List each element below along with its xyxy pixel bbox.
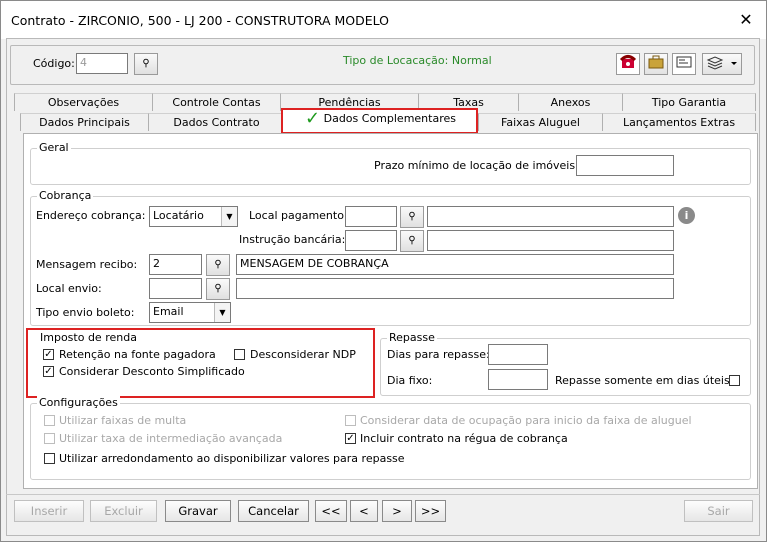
config-legend: Configurações	[37, 396, 120, 409]
search-local-pagamento-icon[interactable]: ⚲	[400, 206, 424, 228]
repasse-group: Repasse	[380, 331, 751, 396]
mensagem-code[interactable]: 2	[149, 254, 202, 275]
local-pagamento-code[interactable]	[345, 206, 397, 227]
tab-dados-contrato[interactable]: Dados Contrato	[148, 113, 284, 131]
repasse-legend: Repasse	[387, 331, 437, 344]
search-mensagem-icon[interactable]: ⚲	[206, 254, 230, 276]
chevron-down-icon: ▼	[214, 303, 230, 322]
window-title: Contrato - ZIRCONIO, 500 - LJ 200 - CONS…	[11, 13, 389, 28]
cancelar-button[interactable]: Cancelar	[238, 500, 309, 522]
arredondamento-checkbox[interactable]	[44, 453, 55, 464]
phone-icon[interactable]	[616, 53, 640, 75]
last-button[interactable]: >>	[415, 500, 446, 522]
prazo-label: Prazo mínimo de locação de imóveis:	[374, 159, 579, 172]
codigo-input[interactable]: 4	[76, 53, 128, 74]
briefcase-icon[interactable]	[644, 53, 668, 75]
mensagem-label: Mensagem recibo:	[36, 258, 138, 271]
tab-controle-contas[interactable]: Controle Contas	[152, 93, 280, 111]
local-pagamento-label: Local pagamento:	[249, 209, 348, 222]
tab-dados-principais[interactable]: Dados Principais	[20, 113, 148, 131]
taxa-label: Utilizar taxa de intermediação avançada	[59, 432, 283, 445]
inserir-button[interactable]: Inserir	[14, 500, 84, 522]
tipo-envio-select[interactable]: Email ▼	[149, 302, 231, 323]
data-ocupacao-label: Considerar data de ocupação para inicio …	[360, 414, 692, 427]
regua-label: Incluir contrato na régua de cobrança	[360, 432, 568, 445]
codigo-label: Código:	[33, 57, 75, 70]
mensagem-text[interactable]: MENSAGEM DE COBRANÇA	[236, 254, 674, 275]
excluir-button[interactable]: Excluir	[90, 500, 157, 522]
considerar-checkbox[interactable]: ✓	[43, 366, 54, 377]
prazo-input[interactable]	[576, 155, 674, 176]
first-button[interactable]: <<	[315, 500, 347, 522]
geral-legend: Geral	[37, 141, 71, 154]
sair-button[interactable]: Sair	[684, 500, 753, 522]
prev-button[interactable]: <	[350, 500, 378, 522]
desconsiderar-checkbox[interactable]	[234, 349, 245, 360]
tab-lancamentos-extras[interactable]: Lançamentos Extras	[602, 113, 756, 131]
tab-observacoes[interactable]: Observações	[14, 93, 152, 111]
dia-fixo-label: Dia fixo:	[387, 374, 433, 387]
retencao-checkbox[interactable]: ✓	[43, 349, 54, 360]
multa-checkbox[interactable]	[44, 415, 55, 426]
tab-tipo-garantia[interactable]: Tipo Garantia	[622, 93, 756, 111]
dia-fixo-input[interactable]	[488, 369, 548, 390]
local-envio-label: Local envio:	[36, 282, 102, 295]
endereco-value: Locatário	[153, 209, 204, 222]
search-instrucao-icon[interactable]: ⚲	[400, 230, 424, 252]
search-codigo-icon[interactable]: ⚲	[134, 53, 158, 75]
somente-uteis-checkbox[interactable]	[729, 375, 740, 386]
arredondamento-label: Utilizar arredondamento ao disponibiliza…	[59, 452, 405, 465]
instrucao-desc[interactable]	[427, 230, 674, 251]
tipo-locacao-label: Tipo de Locacação: Normal	[343, 54, 492, 67]
tipo-envio-label: Tipo envio boleto:	[36, 306, 135, 319]
search-local-envio-icon[interactable]: ⚲	[206, 278, 230, 300]
taxa-checkbox[interactable]	[44, 433, 55, 444]
regua-checkbox[interactable]: ✓	[345, 433, 356, 444]
highlight-tab	[281, 108, 478, 134]
endereco-label: Endereço cobrança:	[36, 209, 146, 222]
next-button[interactable]: >	[382, 500, 412, 522]
local-pagamento-desc[interactable]	[427, 206, 674, 227]
close-icon[interactable]: ✕	[735, 9, 757, 31]
card-icon[interactable]	[672, 53, 696, 75]
chevron-down-icon: ▼	[221, 207, 237, 226]
layers-menu-button[interactable]	[702, 53, 742, 75]
somente-uteis-label: Repasse somente em dias úteis	[555, 374, 730, 387]
local-envio-desc[interactable]	[236, 278, 674, 299]
tab-anexos[interactable]: Anexos	[518, 93, 622, 111]
instrucao-label: Instrução bancária:	[239, 233, 346, 246]
instrucao-code[interactable]	[345, 230, 397, 251]
tab-faixas-aluguel[interactable]: Faixas Aluguel	[478, 113, 602, 131]
info-icon[interactable]: i	[678, 207, 695, 224]
retencao-label: Retenção na fonte pagadora	[59, 348, 216, 361]
cobranca-legend: Cobrança	[37, 189, 94, 202]
title-bar: Contrato - ZIRCONIO, 500 - LJ 200 - CONS…	[1, 1, 766, 39]
dias-repasse-label: Dias para repasse:	[387, 348, 490, 361]
tipo-envio-value: Email	[153, 305, 184, 318]
highlight-imposto	[26, 328, 375, 398]
data-ocupacao-checkbox[interactable]	[345, 415, 356, 426]
considerar-label: Considerar Desconto Simplificado	[59, 365, 245, 378]
local-envio-code[interactable]	[149, 278, 202, 299]
endereco-select[interactable]: Locatário ▼	[149, 206, 238, 227]
multa-label: Utilizar faixas de multa	[59, 414, 187, 427]
gravar-button[interactable]: Gravar	[165, 500, 231, 522]
dias-repasse-input[interactable]	[488, 344, 548, 365]
desconsiderar-label: Desconsiderar NDP	[250, 348, 356, 361]
